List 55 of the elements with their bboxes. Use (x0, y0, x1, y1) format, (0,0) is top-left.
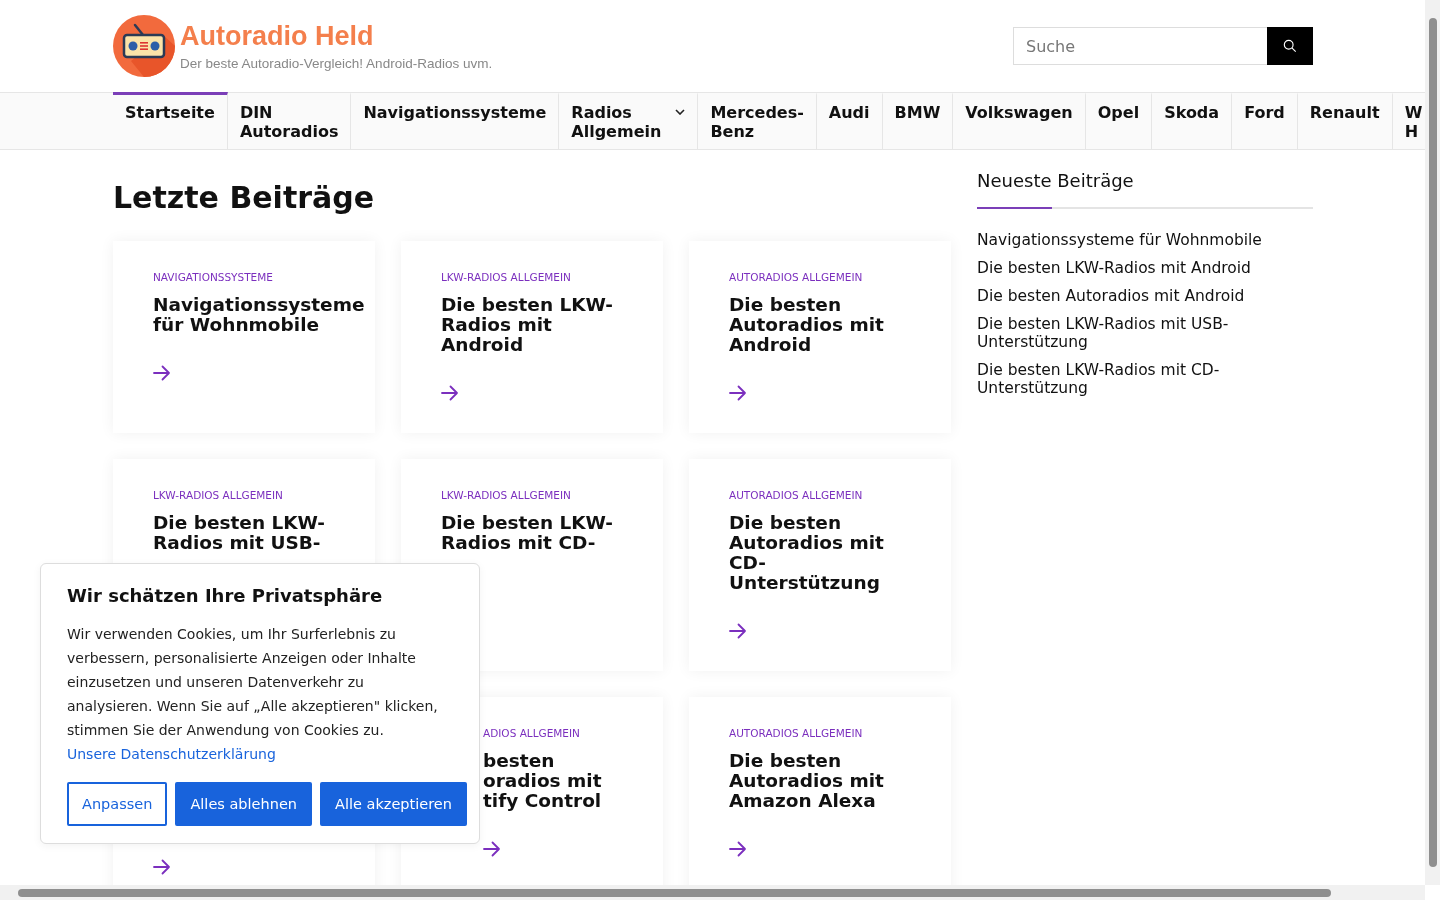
cookie-button[interactable]: Anpassen (67, 782, 168, 826)
post-category[interactable]: AUTORADIOS ALLGEMEIN (729, 727, 863, 739)
post-category[interactable]: LKW-RADIOS ALLGEMEIN (441, 489, 571, 501)
arrow-right-icon[interactable] (729, 841, 747, 857)
vertical-scrollbar[interactable] (1425, 0, 1440, 885)
recent-post-link[interactable]: Navigationssysteme für Wohnmobile (977, 231, 1313, 249)
arrow-right-icon[interactable] (441, 385, 459, 401)
cookie-title: Wir schätzen Ihre Privatsphäre (67, 584, 384, 608)
recent-post-link[interactable]: Die besten LKW-Radios mit CD-Unterstützung (977, 361, 1313, 397)
arrow-right-icon[interactable] (153, 859, 171, 875)
recent-post-link[interactable]: Die besten LKW-Radios mit USB-Unterstützung (977, 315, 1313, 351)
sidebar-heading: Neueste Beiträge (977, 170, 1135, 192)
nav-tab[interactable]: Renault (1297, 92, 1393, 149)
post-title[interactable]: Die besten LKW-Radios mit Android (441, 295, 623, 355)
post-title[interactable]: Die besten Autoradios mit Amazon Alexa (729, 751, 911, 811)
nav-tab[interactable]: Startseite (113, 92, 228, 149)
post-category[interactable]: NAVIGATIONSSYSTEME (153, 271, 273, 283)
post-category[interactable]: ADIOS ALLGEMEIN (483, 727, 580, 739)
arrow-right-icon[interactable] (153, 365, 171, 381)
post-category[interactable]: AUTORADIOS ALLGEMEIN (729, 271, 863, 283)
nav-tab[interactable]: Navigationssysteme (351, 92, 560, 149)
post-title[interactable]: Die besten LKW-Radios mit CD- (441, 513, 623, 553)
nav-tab[interactable]: DIN Autoradios (227, 92, 352, 149)
post-title[interactable]: besten oradios mit tify Control (483, 751, 623, 811)
nav-tab[interactable]: Audi (816, 92, 883, 149)
nav-tab[interactable]: Skoda (1152, 92, 1233, 149)
radio-logo-icon (113, 14, 175, 77)
nav-tab[interactable]: Mercedes-Benz (698, 92, 817, 149)
cookie-text: Wir verwenden Cookies, um Ihr Surferlebnis zu verbessern, personalisierte Anzeigen oder Inhalte einzusetzen und unseren Datenverkehr zu analysieren. Wenn Sie auf „Alle akzeptieren" klicken, stimmen Sie der Anwendung von Cookies zu. Unsere Datenschutzerklärung (67, 625, 439, 764)
post-category[interactable]: AUTORADIOS ALLGEMEIN (729, 489, 863, 501)
arrow-right-icon[interactable] (483, 841, 501, 857)
recent-post-link[interactable]: Die besten LKW-Radios mit Android (977, 259, 1313, 277)
nav-tab[interactable]: Volkswagen (953, 92, 1086, 149)
recent-post-link[interactable]: Die besten Autoradios mit Android (977, 287, 1313, 305)
cookie-button[interactable]: Alle akzeptieren (320, 782, 467, 826)
search-button[interactable] (1267, 27, 1313, 65)
post-title[interactable]: Die besten LKW-Radios mit USB- (153, 513, 335, 553)
page-heading: Letzte Beiträge (113, 180, 376, 216)
nav-tab[interactable]: Opel (1085, 92, 1153, 149)
horizontal-scrollbar[interactable] (0, 885, 1425, 900)
search-icon (1283, 39, 1297, 53)
nav-tab[interactable]: Ford (1232, 92, 1298, 149)
search-field[interactable]: Suche (1013, 27, 1267, 65)
site-tagline: Der beste Autoradio-Vergleich! Android-Radios uvm. (180, 55, 493, 71)
arrow-right-icon[interactable] (729, 385, 747, 401)
post-title[interactable]: Navigationssysteme für Wohnmobile (153, 295, 365, 335)
privacy-link[interactable]: Unsere Datenschutzerklärung (67, 746, 276, 762)
post-category[interactable]: LKW-RADIOS ALLGEMEIN (153, 489, 283, 501)
post-category[interactable]: LKW-RADIOS ALLGEMEIN (441, 271, 571, 283)
post-title[interactable]: Die besten Autoradios mit CD-Unterstützung (729, 513, 911, 593)
arrow-right-icon[interactable] (729, 623, 747, 639)
post-title[interactable]: Die besten Autoradios mit Android (729, 295, 911, 355)
nav-tab[interactable]: BMW (882, 92, 954, 149)
cookie-button[interactable]: Alles ablehnen (175, 782, 312, 826)
nav-tab[interactable]: Radios Allgemein (559, 92, 699, 149)
